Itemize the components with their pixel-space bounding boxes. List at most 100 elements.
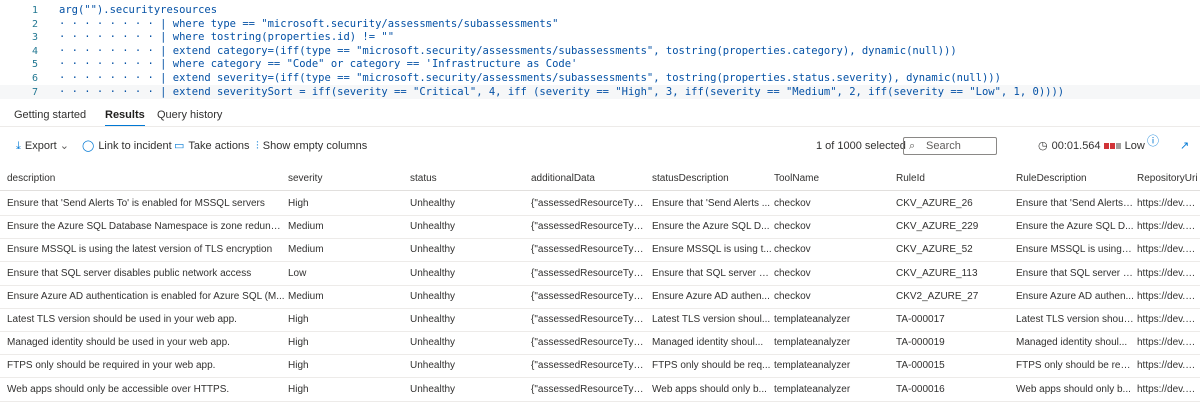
table-cell: High [288,314,309,325]
table-row[interactable]: Ensure Azure AD authentication is enable… [0,286,1200,309]
column-header[interactable]: RuleId [896,168,925,190]
table-cell: Ensure that 'Send Alerts ... [652,198,771,209]
table-cell: templateanalyzer [774,383,851,395]
chart-icon[interactable]: ↗ [1180,134,1189,158]
column-header[interactable]: RuleDescription [1016,168,1087,190]
table-row[interactable]: Ensure MSSQL is using the latest version… [0,239,1200,263]
table-cell: Medium [288,290,324,302]
table-cell: templateanalyzer [774,360,851,372]
table-cell: checkov [774,290,811,302]
code-text: · · · · · · · · | where category == "Cod… [59,58,578,71]
table-cell: checkov [774,221,811,233]
performance-bar [1103,134,1122,158]
grid-header-row: description severity status additionalData s… [0,168,1200,191]
table-cell: Unhealthy [410,314,456,325]
table-cell: Ensure the Azure SQL D... [652,221,770,233]
code-text: · · · · · · · · | extend category=(iff(t… [59,44,957,57]
table-cell: Ensure that SQL server d... [652,267,772,279]
column-header[interactable]: severity [288,168,322,190]
table-cell: templateanalyzer [774,314,851,325]
actions-icon: ▭ [174,140,185,152]
search-icon: ⌕ [909,140,916,152]
table-cell: Unhealthy [410,267,456,279]
table-cell: Managed identity shoul... [652,337,764,349]
table-row[interactable]: Web apps should only be accessible over … [0,379,1200,402]
table-cell: TA-000017 [896,314,945,325]
table-cell: {"assessedResourceType... [531,267,649,279]
query-editor[interactable]: 1 arg("").securityresources 2 · · · · · · ·… [0,0,1200,100]
table-row[interactable]: Latest TLS version should be used in you… [0,309,1200,332]
table-cell: Ensure that 'Send Alerts To' is enabled … [7,198,265,209]
tab-results[interactable]: Results [105,104,145,127]
table-row[interactable]: Ensure that SQL server disables public n… [0,263,1200,286]
table-cell: Ensure Azure AD authentication is enable… [7,290,285,302]
link-to-incident-button[interactable]: ◯ Link to incident [82,134,172,158]
results-toolbar: ⤓ Export ⌄ ◯ Link to incident ▭ Take action… [0,134,1200,158]
table-cell: https://dev.azu [1137,360,1200,372]
table-cell: FTPS only should be req... [1016,360,1134,372]
editor-line[interactable]: 5 · · · · · · · · | where category == "Co… [0,57,1200,71]
table-cell: {"assessedResourceType... [531,244,649,256]
column-header[interactable]: status [410,168,437,190]
table-cell: Ensure the Azure SQL D... [1016,221,1134,233]
editor-line[interactable]: 3 · · · · · · · · | where tostring(proper… [0,30,1200,44]
code-text: · · · · · · · · | where tostring(propert… [59,31,395,44]
table-cell: Unhealthy [410,383,456,395]
clock-icon: ◷ [1038,140,1048,152]
table-cell: templateanalyzer [774,337,851,349]
table-cell: Medium [288,221,324,233]
table-cell: {"assessedResourceType... [531,337,649,349]
code-text: · · · · · · · · | where type == "microso… [59,17,559,30]
table-cell: https://dev.azu [1137,314,1200,325]
column-header[interactable]: RepositoryUri [1137,168,1198,190]
table-cell: Unhealthy [410,221,456,233]
table-cell: Unhealthy [410,290,456,302]
table-cell: checkov [774,198,811,209]
column-header[interactable]: description [7,168,55,190]
table-cell: https://dev.azu [1137,290,1200,302]
export-button[interactable]: ⤓ Export ⌄ [16,134,69,158]
table-cell: Managed identity should be used in your … [7,337,230,349]
code-text: · · · · · · · · | extend severity=(iff(t… [59,72,1001,84]
editor-line[interactable]: 6 · · · · · · · · | extend severity=(iff(… [0,71,1200,85]
table-cell: Ensure MSSQL is using t... [652,244,772,256]
editor-line[interactable]: 2 · · · · · · · · | where type == "micros… [0,17,1200,31]
table-cell: https://dev.azu [1137,337,1200,349]
table-cell: Unhealthy [410,198,456,209]
table-cell: Unhealthy [410,337,456,349]
tab-query-history[interactable]: Query history [157,104,222,126]
results-tabs: Getting started Results Query history [0,104,1200,127]
table-row[interactable]: Ensure that 'Send Alerts To' is enabled … [0,193,1200,216]
table-cell: Ensure the Azure SQL Database Namespace … [7,221,285,233]
info-icon[interactable]: ⓘ [1147,129,1159,153]
column-header[interactable]: statusDescription [652,168,729,190]
take-actions-button[interactable]: ▭ Take actions [174,134,250,158]
table-row[interactable]: Ensure the Azure SQL Database Namespace … [0,216,1200,240]
table-cell: Ensure Azure AD authen... [1016,290,1134,302]
table-cell: CKV2_AZURE_27 [896,290,979,302]
table-cell: Unhealthy [410,360,456,372]
editor-line[interactable]: 7 · · · · · · · · | extend severitySort =… [0,84,1200,99]
table-cell: Latest TLS version shoul... [652,314,771,325]
column-header[interactable]: ToolName [774,168,819,190]
table-cell: TA-000015 [896,360,945,372]
column-header[interactable]: additionalData [531,168,595,190]
table-cell: Web apps should only b... [652,383,767,395]
editor-line[interactable]: 1 arg("").securityresources [0,3,1200,17]
table-cell: Ensure that 'Send Alerts ... [1016,198,1134,209]
table-row[interactable]: Managed identity should be used in your … [0,332,1200,356]
editor-line[interactable]: 4 · · · · · · · · | extend category=(iff(… [0,44,1200,58]
table-cell: checkov [774,267,811,279]
tab-getting-started[interactable]: Getting started [14,104,86,126]
table-cell: High [288,383,309,395]
columns-icon: ⫶ [256,140,259,152]
table-cell: Unhealthy [410,244,456,256]
download-icon: ⤓ [16,140,21,152]
show-empty-columns-toggle[interactable]: ⫶ Show empty columns [256,134,367,158]
code-text: · · · · · · · · | extend severitySort = … [59,85,1065,98]
table-row[interactable]: FTPS only should be required in your web… [0,355,1200,379]
table-cell: Web apps should only b... [1016,383,1131,395]
search-input[interactable]: ⌕ Search [903,137,997,155]
shield-icon: ◯ [82,140,95,152]
table-cell: Latest TLS version shoul... [1016,314,1134,325]
